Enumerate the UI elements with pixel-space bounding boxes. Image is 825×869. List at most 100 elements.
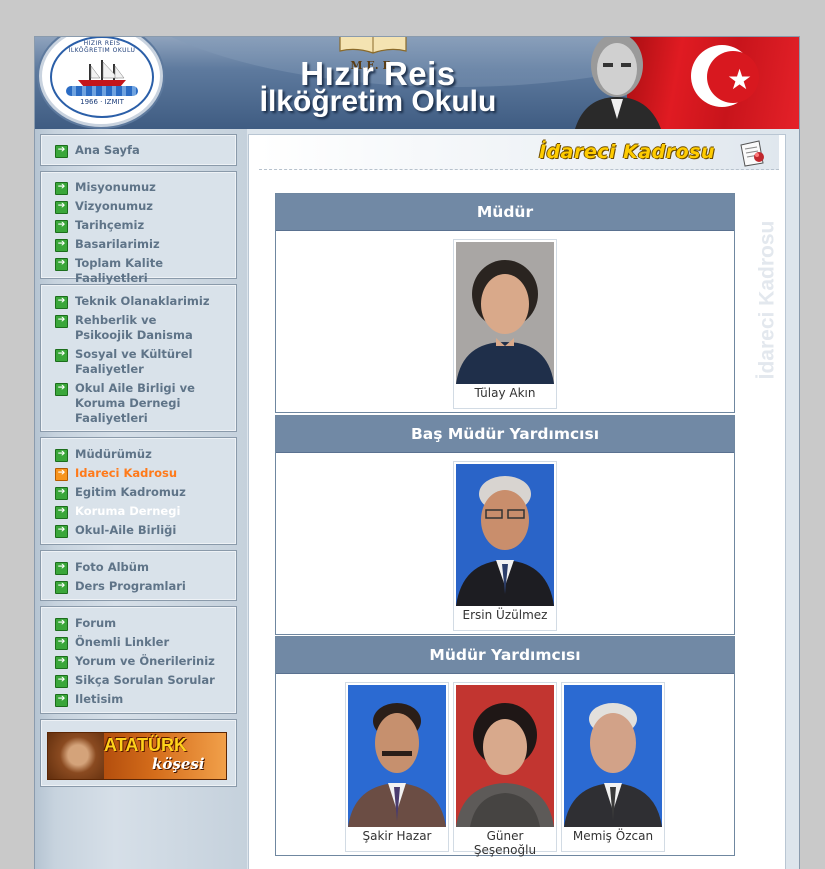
arrow-icon bbox=[55, 237, 68, 252]
nav-label: Foto Albüm bbox=[75, 560, 149, 574]
person-name: Tülay Akın bbox=[474, 386, 536, 400]
arrow-icon bbox=[55, 447, 68, 462]
nav-ana-sayfa[interactable]: Ana Sayfa bbox=[41, 143, 236, 158]
person-card[interactable]: Tülay Akın bbox=[453, 239, 557, 409]
nav-misyonumuz[interactable]: Misyonumuz bbox=[41, 180, 236, 195]
vertical-watermark: İdareci Kadrosu bbox=[756, 221, 779, 380]
nav-label: Koruma Dernegi bbox=[75, 504, 181, 518]
section-mudur-yardimcisi: Müdür Yardımcısı Şakir Hazar Güner Şeşen… bbox=[275, 636, 735, 857]
nav-label: Okul Aile Birligi ve Koruma Dernegi Faal… bbox=[75, 381, 195, 425]
arrow-icon bbox=[55, 673, 68, 688]
nav-label: Idareci Kadrosu bbox=[75, 466, 178, 480]
school-name-line2: İlköğretim Okulu bbox=[259, 85, 497, 118]
nav-tarihcemiz[interactable]: Tarihçemiz bbox=[41, 218, 236, 233]
nav-okul-aile-birligi[interactable]: Okul-Aile Birliği bbox=[41, 523, 236, 538]
page-title-bar: İdareci Kadrosu bbox=[259, 135, 779, 170]
arrow-icon bbox=[55, 579, 68, 594]
nav-vizyonumuz[interactable]: Vizyonumuz bbox=[41, 199, 236, 214]
page-title: İdareci Kadrosu bbox=[538, 141, 715, 163]
nav-label: Sosyal ve Kültürel Faaliyetler bbox=[75, 347, 193, 376]
nav-iletisim[interactable]: Iletisim bbox=[41, 692, 236, 707]
arrow-icon bbox=[55, 692, 68, 707]
person-name: Ersin Üzülmez bbox=[462, 608, 548, 622]
section-header: Baş Müdür Yardımcısı bbox=[276, 416, 734, 453]
ataturk-kosesi-banner[interactable]: ATATÜRK köşesi bbox=[47, 732, 227, 780]
arrow-icon bbox=[55, 199, 68, 214]
arrow-icon bbox=[55, 616, 68, 631]
school-logo[interactable]: HIZIR REIS İLKÖĞRETIM OKULU 1966 · IZMIT bbox=[39, 37, 163, 127]
document-pin-icon bbox=[740, 140, 764, 167]
section-header: Müdür Yardımcısı bbox=[276, 637, 734, 674]
site-header: HIZIR REIS İLKÖĞRETIM OKULU 1966 · IZMIT… bbox=[35, 37, 799, 129]
nav-label: Önemli Linkler bbox=[75, 635, 170, 649]
nav-label: Misyonumuz bbox=[75, 180, 156, 194]
person-photo bbox=[348, 685, 446, 827]
nav-egitim-kadromuz[interactable]: Egitim Kadromuz bbox=[41, 485, 236, 500]
nav-label: Rehberlik ve Psikoojik Danisma bbox=[75, 313, 193, 342]
nav-label: Yorum ve Önerileriniz bbox=[75, 654, 215, 668]
arrow-icon bbox=[55, 218, 68, 233]
nav-label: Okul-Aile Birliği bbox=[75, 523, 177, 537]
banner-subtitle: köşesi bbox=[152, 755, 205, 773]
person-photo bbox=[456, 685, 554, 827]
nav-label: Teknik Olanaklarimiz bbox=[75, 294, 210, 308]
person-card[interactable]: Şakir Hazar bbox=[345, 682, 449, 852]
nav-label: Ana Sayfa bbox=[75, 143, 140, 157]
person-name: Şakir Hazar bbox=[362, 829, 432, 843]
nav-rehberlik[interactable]: Rehberlik ve Psikoojik Danisma bbox=[41, 313, 215, 343]
arrow-icon bbox=[55, 347, 68, 362]
menu-group-contact: Forum Önemli Linkler Yorum ve Önerilerin… bbox=[40, 606, 237, 714]
nav-foto-album[interactable]: Foto Albüm bbox=[41, 560, 236, 575]
arrow-icon bbox=[55, 504, 68, 519]
nav-label: Ders Programlari bbox=[75, 579, 186, 593]
arrow-icon bbox=[55, 485, 68, 500]
nav-label: Basarilarimiz bbox=[75, 237, 160, 251]
menu-group-staff: Müdürümüz Idareci Kadrosu Egitim Kadromu… bbox=[40, 437, 237, 545]
ataturk-face-image bbox=[48, 733, 104, 779]
person-card[interactable]: Güner Şeşenoğlu bbox=[453, 682, 557, 857]
sidebar: Ana Sayfa Misyonumuz Vizyonumuz Tarihçem… bbox=[35, 129, 247, 869]
nav-yorum-oneriler[interactable]: Yorum ve Önerileriniz bbox=[41, 654, 236, 669]
arrow-icon bbox=[55, 381, 68, 396]
ataturk-portrait bbox=[575, 37, 661, 129]
person-photo bbox=[564, 685, 662, 827]
person-photo bbox=[456, 464, 554, 606]
nav-sikca-sorulan[interactable]: Sikça Sorulan Sorular bbox=[41, 673, 236, 688]
person-name: Güner Şeşenoğlu bbox=[473, 829, 537, 857]
nav-label: Egitim Kadromuz bbox=[75, 485, 186, 499]
arrow-icon bbox=[55, 143, 68, 158]
flag-star-icon: ★ bbox=[727, 63, 753, 96]
main-content: İdareci Kadrosu İdareci Kadrosu Müdür Tü… bbox=[248, 134, 786, 869]
nav-forum[interactable]: Forum bbox=[41, 616, 236, 631]
arrow-icon bbox=[55, 560, 68, 575]
menu-group-activities: Teknik Olanaklarimiz Rehberlik ve Psikoo… bbox=[40, 284, 237, 432]
nav-okul-aile-koruma[interactable]: Okul Aile Birligi ve Koruma Dernegi Faal… bbox=[41, 381, 195, 426]
arrow-icon bbox=[55, 654, 68, 669]
nav-teknik-olanaklar[interactable]: Teknik Olanaklarimiz bbox=[41, 294, 236, 309]
nav-toplam-kalite[interactable]: Toplam Kalite Faaliyetleri bbox=[41, 256, 236, 286]
nav-label: Forum bbox=[75, 616, 117, 630]
section-mudur: Müdür Tülay Akın bbox=[275, 193, 735, 413]
person-name: Memiş Özcan bbox=[572, 829, 654, 843]
arrow-icon bbox=[55, 256, 68, 271]
person-card[interactable]: Memiş Özcan bbox=[561, 682, 665, 852]
nav-label: Tarihçemiz bbox=[75, 218, 145, 232]
nav-ders-programlari[interactable]: Ders Programlari bbox=[41, 579, 236, 594]
nav-koruma-dernegi[interactable]: Koruma Dernegi bbox=[41, 504, 236, 519]
nav-label: Toplam Kalite Faaliyetleri bbox=[75, 256, 163, 285]
section-header: Müdür bbox=[276, 194, 734, 231]
arrow-icon bbox=[55, 180, 68, 195]
nav-mudurumuz[interactable]: Müdürümüz bbox=[41, 447, 236, 462]
arrow-icon bbox=[55, 466, 68, 481]
person-card[interactable]: Ersin Üzülmez bbox=[453, 461, 557, 631]
section-bas-mudur-yardimcisi: Baş Müdür Yardımcısı Ersin Üzülmez bbox=[275, 415, 735, 635]
logo-ring-text: HIZIR REIS İLKÖĞRETIM OKULU bbox=[68, 40, 136, 54]
arrow-icon bbox=[55, 294, 68, 309]
menu-group-home: Ana Sayfa bbox=[40, 134, 237, 166]
nav-sosyal-kulturel[interactable]: Sosyal ve Kültürel Faaliyetler bbox=[41, 347, 195, 377]
logo-sea bbox=[66, 86, 138, 96]
nav-idareci-kadrosu[interactable]: Idareci Kadrosu bbox=[41, 466, 236, 481]
nav-basarilarimiz[interactable]: Basarilarimiz bbox=[41, 237, 236, 252]
arrow-icon bbox=[55, 635, 68, 650]
nav-onemli-linkler[interactable]: Önemli Linkler bbox=[41, 635, 236, 650]
